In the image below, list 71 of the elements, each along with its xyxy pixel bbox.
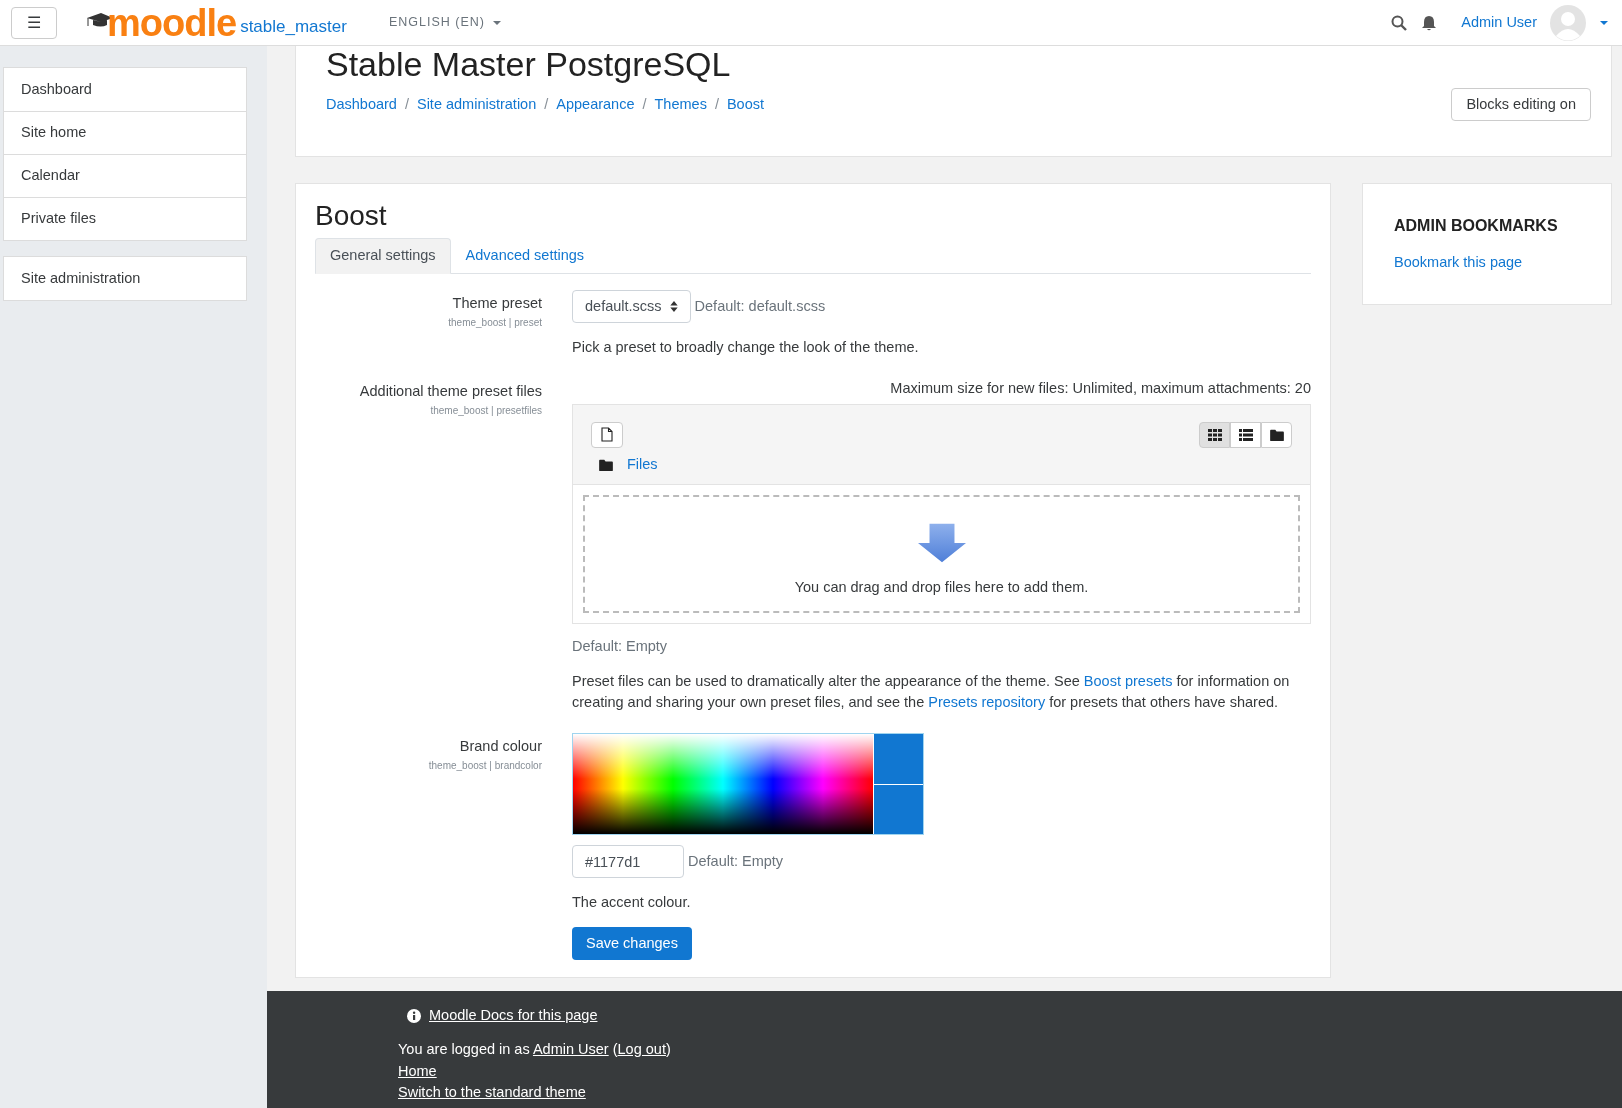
grid-icon bbox=[1207, 428, 1222, 441]
default-text: Default: Empty bbox=[688, 851, 784, 871]
language-menu[interactable]: ENGLISH (EN) bbox=[388, 13, 501, 32]
page-title: Stable Master PostgreSQL bbox=[326, 46, 732, 82]
color-swatch bbox=[874, 784, 923, 835]
settings-tab[interactable]: General settings bbox=[315, 238, 451, 274]
folder-link[interactable]: Files bbox=[627, 453, 658, 476]
view-toggle-button[interactable] bbox=[1261, 421, 1292, 448]
breadcrumb-link[interactable]: Appearance bbox=[556, 93, 635, 116]
nav-item[interactable]: Dashboard bbox=[4, 68, 246, 111]
folder-icon bbox=[599, 458, 613, 471]
text-link[interactable]: Boost presets bbox=[1083, 673, 1173, 690]
block-title: ADMIN BOOKMARKS bbox=[1394, 216, 1559, 236]
breadcrumb-separator: / bbox=[642, 94, 647, 114]
nav-item[interactable]: Private files bbox=[4, 197, 246, 240]
nav-item[interactable]: Site home bbox=[4, 111, 246, 154]
search-icon[interactable] bbox=[1391, 14, 1408, 31]
notification-bell-icon[interactable] bbox=[1421, 14, 1438, 31]
file-icon bbox=[601, 427, 613, 443]
setting-label: Theme preset bbox=[452, 294, 542, 313]
list-icon bbox=[1238, 428, 1253, 441]
breadcrumb-separator: / bbox=[544, 94, 549, 114]
breadcrumb-separator: / bbox=[714, 94, 719, 114]
breadcrumb-separator: / bbox=[404, 94, 409, 114]
folder-icon bbox=[1269, 428, 1284, 441]
down-arrow-icon bbox=[917, 522, 966, 563]
caret-icon[interactable] bbox=[1600, 20, 1608, 25]
setting-description: The accent colour. bbox=[572, 893, 692, 913]
add-file-button[interactable] bbox=[591, 421, 623, 448]
view-toggle-button[interactable] bbox=[1199, 421, 1230, 448]
setting-key: theme_boost | brandcolor bbox=[428, 758, 542, 773]
drop-zone[interactable]: You can drag and drop files here to add them. bbox=[583, 494, 1300, 613]
docs-link[interactable]: Moodle Docs for this page bbox=[429, 1005, 598, 1027]
setting-label: Brand colour bbox=[459, 737, 542, 757]
login-info-text: You are logged in as Admin User (Log out) bbox=[398, 1039, 672, 1059]
default-text: Default: Empty bbox=[572, 636, 668, 656]
footer-link[interactable]: Home bbox=[398, 1060, 437, 1083]
nav-item[interactable]: Site administration bbox=[4, 257, 246, 300]
setting-description: Preset files can be used to dramatically alter the appearance of the theme. See Boost presets for information on creating and sharing your own preset files, and see the Presets repository for presets that others have shared. bbox=[572, 672, 1291, 713]
save-changes-button[interactable]: Save changes bbox=[572, 927, 692, 961]
color-input[interactable]: #1177d1 bbox=[572, 845, 684, 879]
user-name-link[interactable]: Admin User bbox=[1461, 11, 1537, 34]
breadcrumb-link[interactable]: Themes bbox=[654, 93, 707, 116]
breadcrumb-link[interactable]: Boost bbox=[726, 93, 765, 116]
text-link[interactable]: Log out bbox=[617, 1040, 666, 1057]
blocks-editing-button[interactable]: Blocks editing on bbox=[1451, 88, 1591, 121]
preset-select[interactable]: default.scss bbox=[572, 290, 691, 323]
sort-caret-icon bbox=[669, 301, 678, 312]
site-name[interactable]: stable_master bbox=[240, 13, 347, 40]
nav-item[interactable]: Calendar bbox=[4, 154, 246, 197]
breadcrumb-link[interactable]: Site administration bbox=[416, 93, 537, 116]
bookmark-link[interactable]: Bookmark this page bbox=[1394, 252, 1523, 274]
color-picker[interactable] bbox=[572, 733, 924, 836]
text-link[interactable]: Presets repository bbox=[928, 694, 1046, 711]
drop-hint-text: You can drag and drop files here to add them. bbox=[794, 577, 1089, 597]
settings-tab[interactable]: Advanced settings bbox=[450, 238, 600, 274]
footer-link[interactable]: Switch to the standard theme bbox=[398, 1082, 586, 1104]
file-limits-text: Maximum size for new files: Unlimited, maximum attachments: 20 bbox=[890, 379, 1311, 398]
info-icon bbox=[407, 1008, 421, 1023]
setting-label: Additional theme preset files bbox=[359, 382, 542, 401]
caret-icon bbox=[492, 20, 501, 25]
section-title: Boost bbox=[315, 200, 388, 232]
default-text: Default: default.scss bbox=[694, 296, 826, 316]
setting-description: Pick a preset to broadly change the look of the theme. bbox=[572, 338, 920, 357]
menu-button[interactable]: ☰ bbox=[11, 6, 57, 39]
breadcrumb-link[interactable]: Dashboard bbox=[326, 93, 397, 116]
setting-key: theme_boost | presetfiles bbox=[430, 402, 542, 418]
color-swatch bbox=[874, 734, 923, 785]
setting-key: theme_boost | preset bbox=[448, 314, 542, 330]
text-link[interactable]: Admin User bbox=[532, 1040, 609, 1057]
view-toggle-button[interactable] bbox=[1230, 421, 1261, 448]
